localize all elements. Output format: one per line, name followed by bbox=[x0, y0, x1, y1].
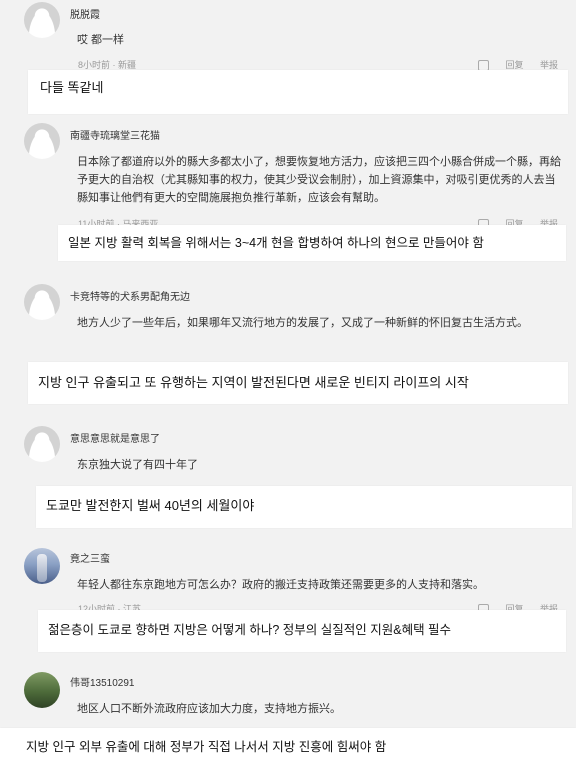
comment-text: 地方人少了一些年后，如果哪年又流行地方的发展了，又成了一种新鲜的怀旧复古生活方式… bbox=[77, 317, 528, 329]
comment-text: 东京独大说了有四十年了 bbox=[77, 459, 198, 471]
translation-box: 일본 지방 활력 회복을 위해서는 3~4개 현을 합병하여 하나의 현으로 만… bbox=[58, 225, 566, 261]
comment-username[interactable]: 南疆寺琉璃堂三花猫 bbox=[70, 127, 160, 142]
comment-item: 伟哥13510291 地区人口不断外流政府应该加大力度，支持地方振兴。 지방 인… bbox=[0, 660, 576, 765]
comment-username[interactable]: 伟哥13510291 bbox=[70, 674, 135, 689]
comment-item: 竟之三蛮 年轻人都往东京跑地方可怎么办？政府的搬迁支持政策还需要更多的人支持和落… bbox=[0, 536, 576, 660]
comment-item: 意思意思就是意思了 东京独大说了有四十年了 도쿄만 발전한지 벌써 40년의 세… bbox=[0, 404, 576, 530]
comment-text: 哎 都一样 bbox=[77, 34, 125, 46]
translation-text: 지방 인구 유출되고 또 유행하는 지역이 발전된다면 새로운 빈티지 라이프의… bbox=[38, 375, 469, 390]
translation-text: 지방 인구 외부 유출에 대해 정부가 직접 나서서 지방 진흥에 힘써야 함 bbox=[26, 740, 387, 754]
translation-text: 젊은층이 도쿄로 향하면 지방은 어떻게 하나? 정부의 실질적인 지원&혜택 … bbox=[48, 623, 452, 637]
comment-text: 日本除了都道府以外的縣大多都太小了，想要恢复地方活力，应该把三四个小縣合併成一个… bbox=[77, 156, 561, 204]
comment-item: 南疆寺琉璃堂三花猫 日本除了都道府以外的縣大多都太小了，想要恢复地方活力，应该把… bbox=[0, 115, 576, 261]
comment-username[interactable]: 卡竞特等的犬系男配角无边 bbox=[70, 288, 190, 303]
avatar[interactable] bbox=[24, 672, 60, 708]
translation-box: 다들 똑같네 bbox=[28, 70, 568, 114]
avatar[interactable] bbox=[24, 284, 60, 320]
avatar[interactable] bbox=[24, 2, 60, 38]
translation-box: 지방 인구 외부 유출에 대해 정부가 직접 나서서 지방 진흥에 힘써야 함 bbox=[0, 728, 576, 765]
reply-button[interactable]: 回复 bbox=[505, 60, 523, 70]
report-button[interactable]: 举报 bbox=[540, 60, 558, 70]
avatar[interactable] bbox=[24, 123, 60, 159]
comment-username[interactable]: 意思意思就是意思了 bbox=[70, 430, 160, 445]
comment-username[interactable]: 脱脱霞 bbox=[70, 6, 100, 21]
translation-box: 젊은층이 도쿄로 향하면 지방은 어떻게 하나? 정부의 실질적인 지원&혜택 … bbox=[38, 610, 566, 652]
translation-box: 도쿄만 발전한지 벌써 40년의 세월이야 bbox=[36, 486, 572, 528]
translation-text: 일본 지방 활력 회복을 위해서는 3~4개 현을 합병하여 하나의 현으로 만… bbox=[68, 236, 484, 250]
comment-text: 年轻人都往东京跑地方可怎么办？政府的搬迁支持政策还需要更多的人支持和落实。 bbox=[77, 579, 484, 591]
avatar[interactable] bbox=[24, 548, 60, 584]
comment-text: 地区人口不断外流政府应该加大力度，支持地方振兴。 bbox=[77, 703, 341, 715]
translation-text: 도쿄만 발전한지 벌써 40년의 세월이야 bbox=[46, 498, 255, 513]
comment-item: 卡竞特等的犬系男配角无边 地方人少了一些年后，如果哪年又流行地方的发展了，又成了… bbox=[0, 262, 576, 404]
translation-box: 지방 인구 유출되고 또 유행하는 지역이 발전된다면 새로운 빈티지 라이프의… bbox=[28, 362, 568, 404]
avatar[interactable] bbox=[24, 426, 60, 462]
comment-username[interactable]: 竟之三蛮 bbox=[70, 550, 110, 565]
comment-item: 脱脱霞 哎 都一样 8小时前 · 新疆 回复 举报 다들 똑같네 bbox=[0, 0, 576, 115]
translation-text: 다들 똑같네 bbox=[40, 80, 104, 95]
